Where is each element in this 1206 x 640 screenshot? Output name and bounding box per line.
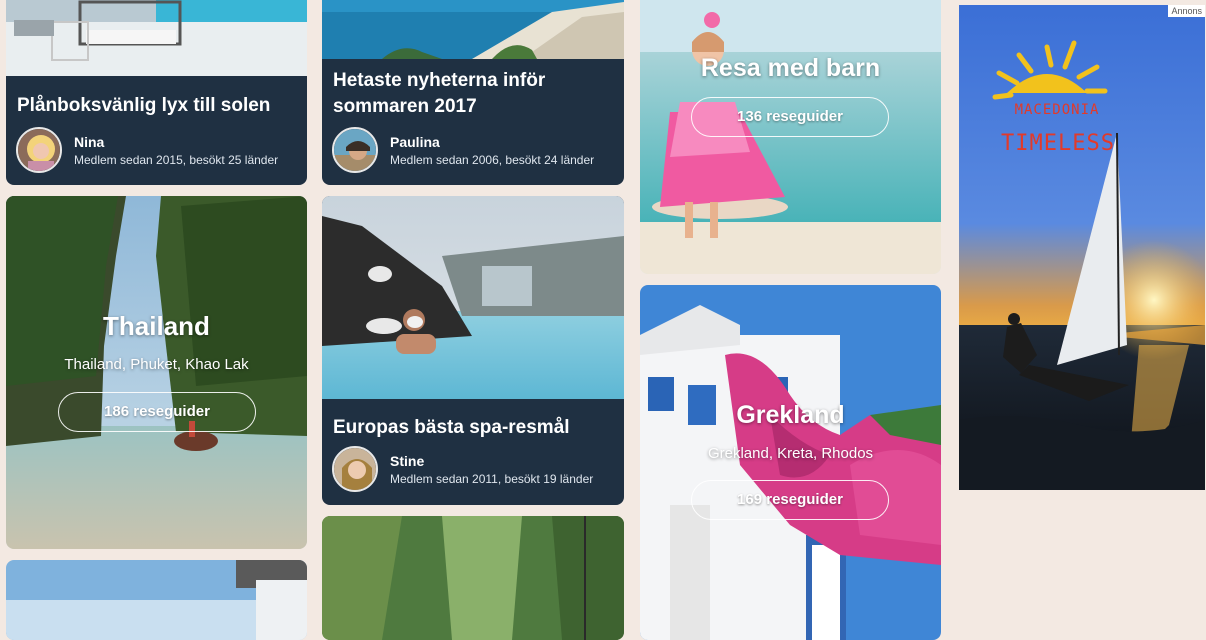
- author-name[interactable]: Nina: [74, 134, 104, 150]
- author-block: Stine Medlem sedan 2011, besökt 19 lände…: [332, 446, 616, 496]
- author-name[interactable]: Paulina: [390, 134, 440, 150]
- article-photo: [322, 196, 624, 399]
- guides-button[interactable]: 186 reseguider: [58, 392, 256, 432]
- author-block: Nina Medlem sedan 2015, besökt 25 länder: [16, 127, 299, 177]
- ad-image: [959, 5, 1205, 490]
- partial-photo: [6, 560, 307, 640]
- destination-card-grekland[interactable]: Grekland Grekland, Kreta, Rhodos 169 res…: [640, 285, 941, 640]
- article-title[interactable]: Plånboksvänlig lyx till solen: [17, 93, 297, 119]
- author-avatar: [332, 446, 378, 492]
- partial-card-bottom-middle[interactable]: [322, 516, 624, 640]
- article-card-plånboksvänlig[interactable]: Plånboksvänlig lyx till solen Nina Medle…: [6, 0, 307, 185]
- partial-card-bottom-left[interactable]: [6, 560, 307, 640]
- advertisement-banner[interactable]: MACEDONIA TIMELESS Annons: [959, 5, 1205, 490]
- article-title[interactable]: Hetaste nyheterna inför sommaren 2017: [333, 68, 614, 120]
- author-meta: Medlem sedan 2011, besökt 19 länder: [390, 472, 594, 486]
- ad-brand-line2: TIMELESS: [1001, 131, 1115, 156]
- article-photo: [322, 0, 624, 59]
- article-card-hetaste-nyheterna[interactable]: Hetaste nyheterna inför sommaren 2017 Pa…: [322, 0, 624, 185]
- ad-label[interactable]: Annons: [1168, 5, 1205, 17]
- destination-subtitle: Thailand, Phuket, Khao Lak: [64, 356, 249, 373]
- destination-card-thailand[interactable]: Thailand Thailand, Phuket, Khao Lak 186 …: [6, 196, 307, 549]
- article-photo: [6, 0, 307, 76]
- author-name[interactable]: Stine: [390, 453, 424, 469]
- guides-button[interactable]: 169 reseguider: [691, 480, 889, 520]
- ad-brand-line1: MACEDONIA: [1014, 102, 1100, 118]
- destination-title[interactable]: Resa med barn: [640, 54, 941, 83]
- article-title[interactable]: Europas bästa spa-resmål: [333, 415, 614, 441]
- destination-subtitle: Grekland, Kreta, Rhodos: [707, 445, 874, 462]
- guides-button[interactable]: 136 reseguider: [691, 97, 889, 137]
- author-meta: Medlem sedan 2015, besökt 25 länder: [74, 153, 279, 167]
- author-meta: Medlem sedan 2006, besökt 24 länder: [390, 153, 595, 167]
- article-card-europas-spa[interactable]: Europas bästa spa-resmål Stine Medlem se…: [322, 196, 624, 505]
- author-block: Paulina Medlem sedan 2006, besökt 24 län…: [332, 127, 616, 177]
- destination-card-resa-med-barn[interactable]: Resa med barn 136 reseguider: [640, 0, 941, 274]
- destination-title[interactable]: Thailand: [6, 311, 307, 342]
- destination-photo: [640, 285, 941, 640]
- author-avatar: [16, 127, 62, 173]
- partial-photo: [322, 516, 624, 640]
- author-avatar: [332, 127, 378, 173]
- destination-photo: [640, 0, 941, 274]
- destination-title[interactable]: Grekland: [640, 401, 941, 430]
